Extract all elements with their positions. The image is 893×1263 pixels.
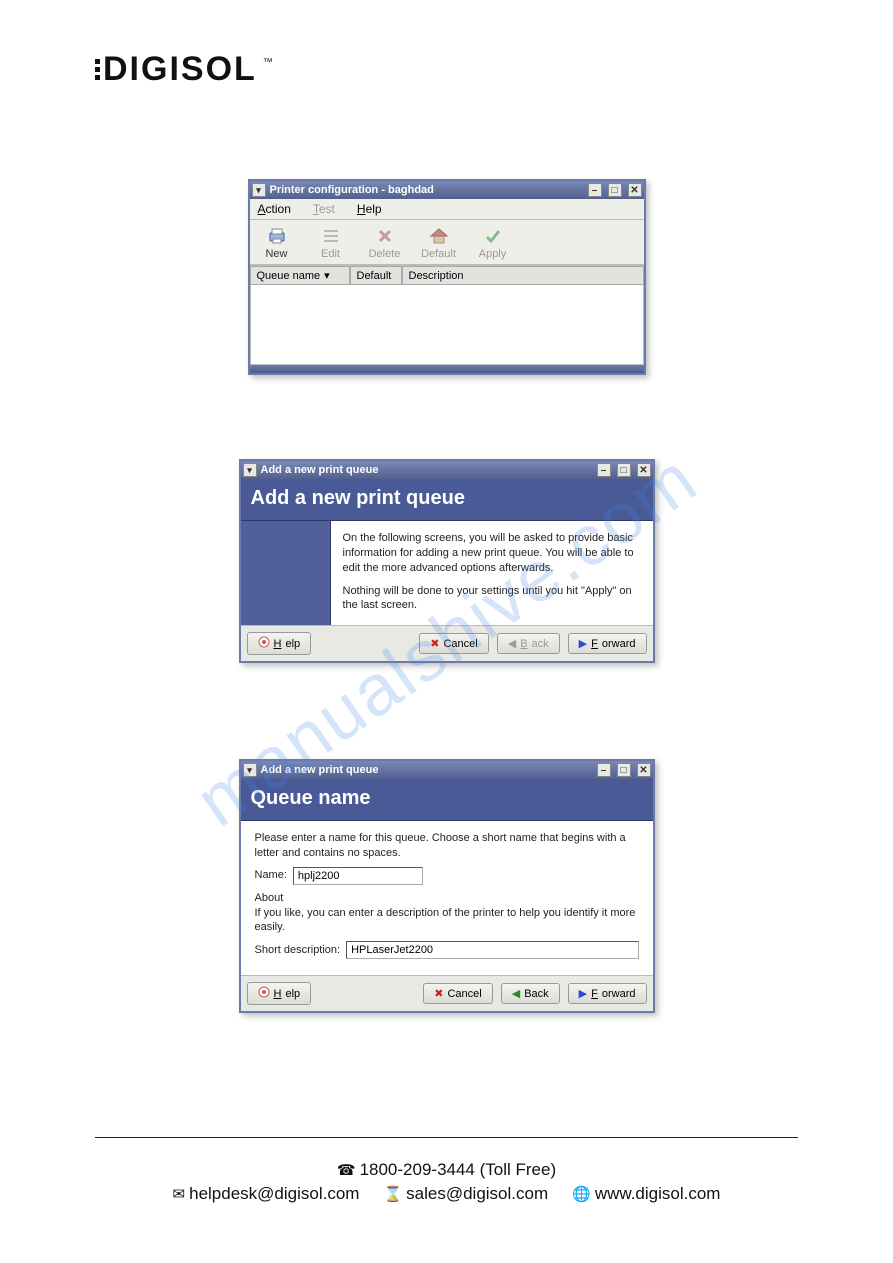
window-title: Printer configuration - baghdad (270, 184, 434, 196)
edit-button[interactable]: Edit (306, 224, 356, 262)
default-label: Default (421, 248, 456, 260)
close-icon[interactable]: ✕ (628, 183, 642, 197)
footer: ☎1800-209-3444 (Toll Free) ✉helpdesk@dig… (0, 1156, 893, 1208)
menubar: Action Test Help (250, 199, 644, 220)
statusbar (250, 365, 644, 373)
add-queue-intro-window: ▾ Add a new print queue – □ ✕ Add a new … (239, 459, 655, 663)
help-icon (258, 986, 270, 1001)
back-button[interactable]: ◀ Back (501, 983, 560, 1004)
footer-phone: 1800-209-3444 (Toll Free) (360, 1160, 557, 1179)
delete-button[interactable]: Delete (360, 224, 410, 262)
brand-text: DIGISOL (103, 50, 257, 89)
printer-icon (266, 226, 288, 246)
home-icon (428, 226, 450, 246)
wizard-body: On the following screens, you will be as… (241, 521, 653, 625)
mail-icon: ✉ (173, 1186, 186, 1203)
minimize-icon[interactable]: – (597, 763, 611, 777)
apply-button[interactable]: Apply (468, 224, 518, 262)
desc-label: Short description: (255, 943, 341, 958)
footer-helpdesk: helpdesk@digisol.com (189, 1184, 359, 1203)
hourglass-icon: ⌛ (383, 1186, 402, 1203)
minimize-icon[interactable]: – (588, 183, 602, 197)
window-menu-icon[interactable]: ▾ (243, 463, 257, 477)
back-button[interactable]: ◀ Back (497, 633, 560, 654)
titlebar[interactable]: ▾ Add a new print queue – □ ✕ (241, 761, 653, 779)
cancel-icon: ✖ (434, 987, 443, 1000)
forward-icon: ▶ (579, 637, 587, 650)
name-label: Name: (255, 868, 287, 883)
table-header: Queue name ▾ Default Description (250, 265, 644, 285)
back-icon: ◀ (512, 987, 520, 1000)
maximize-icon[interactable]: □ (617, 463, 631, 477)
footer-separator (95, 1137, 798, 1138)
cancel-button[interactable]: ✖ Cancel (419, 633, 488, 654)
intro-paragraph-1: On the following screens, you will be as… (343, 531, 641, 576)
cancel-button[interactable]: ✖ Cancel (423, 983, 492, 1004)
queue-intro: Please enter a name for this queue. Choo… (255, 831, 639, 861)
forward-button[interactable]: ▶ Forward (568, 633, 647, 654)
menu-test[interactable]: Test (313, 202, 335, 216)
wizard-heading: Add a new print queue (241, 479, 653, 521)
wizard-sidebar (241, 521, 331, 625)
toolbar: New Edit Delete Default (250, 220, 644, 265)
maximize-icon[interactable]: □ (617, 763, 631, 777)
maximize-icon[interactable]: □ (608, 183, 622, 197)
col-description[interactable]: Description (402, 266, 644, 285)
minimize-icon[interactable]: – (597, 463, 611, 477)
delete-label: Delete (369, 248, 401, 260)
menu-action[interactable]: Action (258, 202, 291, 216)
window-title: Add a new print queue (261, 764, 379, 776)
forward-button[interactable]: ▶ Forward (568, 983, 647, 1004)
titlebar[interactable]: ▾ Printer configuration - baghdad – □ ✕ (250, 181, 644, 199)
cancel-icon: ✖ (430, 637, 439, 650)
footer-sales: sales@digisol.com (406, 1184, 548, 1203)
edit-label: Edit (321, 248, 340, 260)
help-icon (258, 636, 270, 651)
intro-paragraph-2: Nothing will be done to your settings un… (343, 584, 641, 614)
titlebar[interactable]: ▾ Add a new print queue – □ ✕ (241, 461, 653, 479)
phone-icon: ☎ (337, 1162, 356, 1179)
window-menu-icon[interactable]: ▾ (243, 763, 257, 777)
apply-icon (482, 226, 504, 246)
back-icon: ◀ (508, 637, 516, 650)
new-button[interactable]: New (252, 224, 302, 262)
queue-name-window: ▾ Add a new print queue – □ ✕ Queue name… (239, 759, 655, 1013)
close-icon[interactable]: ✕ (637, 463, 651, 477)
button-bar: Help ✖ Cancel ◀ Back ▶ Forward (241, 625, 653, 661)
button-bar: Help ✖ Cancel ◀ Back ▶ Forward (241, 975, 653, 1011)
table-body (250, 285, 644, 365)
help-button[interactable]: Help (247, 632, 312, 655)
window-menu-icon[interactable]: ▾ (252, 183, 266, 197)
properties-icon (320, 226, 342, 246)
delete-icon (374, 226, 396, 246)
default-button[interactable]: Default (414, 224, 464, 262)
window-title: Add a new print queue (261, 464, 379, 476)
col-queue-name[interactable]: Queue name ▾ (250, 266, 350, 285)
help-button[interactable]: Help (247, 982, 312, 1005)
footer-web: www.digisol.com (595, 1184, 721, 1203)
sort-icon: ▾ (324, 269, 330, 282)
forward-icon: ▶ (579, 987, 587, 1000)
printer-config-window: ▾ Printer configuration - baghdad – □ ✕ … (248, 179, 646, 375)
brand-logo: DIGISOL ™ (95, 50, 798, 89)
new-label: New (265, 248, 287, 260)
about-text: If you like, you can enter a description… (255, 906, 639, 936)
wizard-body: Please enter a name for this queue. Choo… (241, 821, 653, 975)
globe-icon: 🌐 (572, 1186, 591, 1203)
close-icon[interactable]: ✕ (637, 763, 651, 777)
about-label: About (255, 891, 639, 906)
menu-help[interactable]: Help (357, 202, 382, 216)
desc-input[interactable] (346, 941, 638, 959)
col-default[interactable]: Default (350, 266, 402, 285)
wizard-heading: Queue name (241, 779, 653, 821)
name-input[interactable] (293, 867, 423, 885)
apply-label: Apply (479, 248, 507, 260)
